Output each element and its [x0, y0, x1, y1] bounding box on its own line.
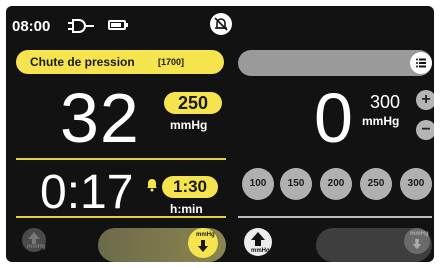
- list-icon: [416, 58, 426, 68]
- preset-button-200[interactable]: 200: [320, 168, 352, 200]
- arrow-down-icon: [198, 240, 208, 252]
- right-deflate-unit: mmHg: [251, 248, 270, 254]
- preset-button-150[interactable]: 150: [280, 168, 312, 200]
- left-slider-unit: mmHg: [196, 232, 215, 238]
- left-pressure-limit[interactable]: 250: [164, 92, 222, 114]
- bell-icon: [147, 179, 157, 192]
- left-deflate-unit: mmHg: [27, 244, 46, 250]
- time-unit: h:min: [170, 202, 203, 216]
- right-status-bar: [238, 50, 432, 76]
- device-screen: 08:00 Chute de pression [1700] 32 250 mm…: [6, 6, 434, 262]
- left-pressure-unit: mmHg: [170, 118, 208, 132]
- alarm-muted-icon[interactable]: [210, 13, 232, 35]
- left-deflate-button[interactable]: mmHg: [22, 228, 46, 252]
- menu-button[interactable]: [410, 52, 432, 74]
- time-limit[interactable]: 1:30: [162, 176, 218, 198]
- right-pressure-value: 0: [314, 79, 353, 157]
- battery-icon: [108, 20, 128, 30]
- decrease-button[interactable]: −: [416, 120, 434, 140]
- right-pressure-unit: mmHg: [362, 114, 400, 128]
- clock-time: 08:00: [12, 18, 51, 35]
- arrow-down-icon: [412, 238, 422, 250]
- right-slider-knob[interactable]: mmHg: [404, 228, 430, 254]
- alarm-title: Chute de pression: [30, 55, 135, 69]
- left-slider-knob[interactable]: mmHg: [188, 228, 218, 258]
- increase-button[interactable]: +: [416, 90, 434, 110]
- right-pressure-limit: 300: [370, 92, 401, 112]
- alarm-banner[interactable]: Chute de pression [1700]: [16, 50, 224, 74]
- plug-icon: [68, 19, 94, 33]
- elapsed-time: 0:17: [40, 166, 134, 219]
- preset-button-300[interactable]: 300: [400, 168, 432, 200]
- alarm-code: [1700]: [158, 57, 185, 67]
- right-deflate-button[interactable]: mmHg: [244, 228, 272, 256]
- right-slider-unit: mmHg: [410, 231, 429, 237]
- preset-button-100[interactable]: 100: [242, 168, 274, 200]
- preset-button-250[interactable]: 250: [360, 168, 392, 200]
- divider: [16, 158, 226, 160]
- divider: [238, 216, 432, 218]
- left-pressure-value: 32: [60, 79, 140, 157]
- divider: [16, 216, 226, 218]
- status-bar: 08:00: [6, 6, 434, 44]
